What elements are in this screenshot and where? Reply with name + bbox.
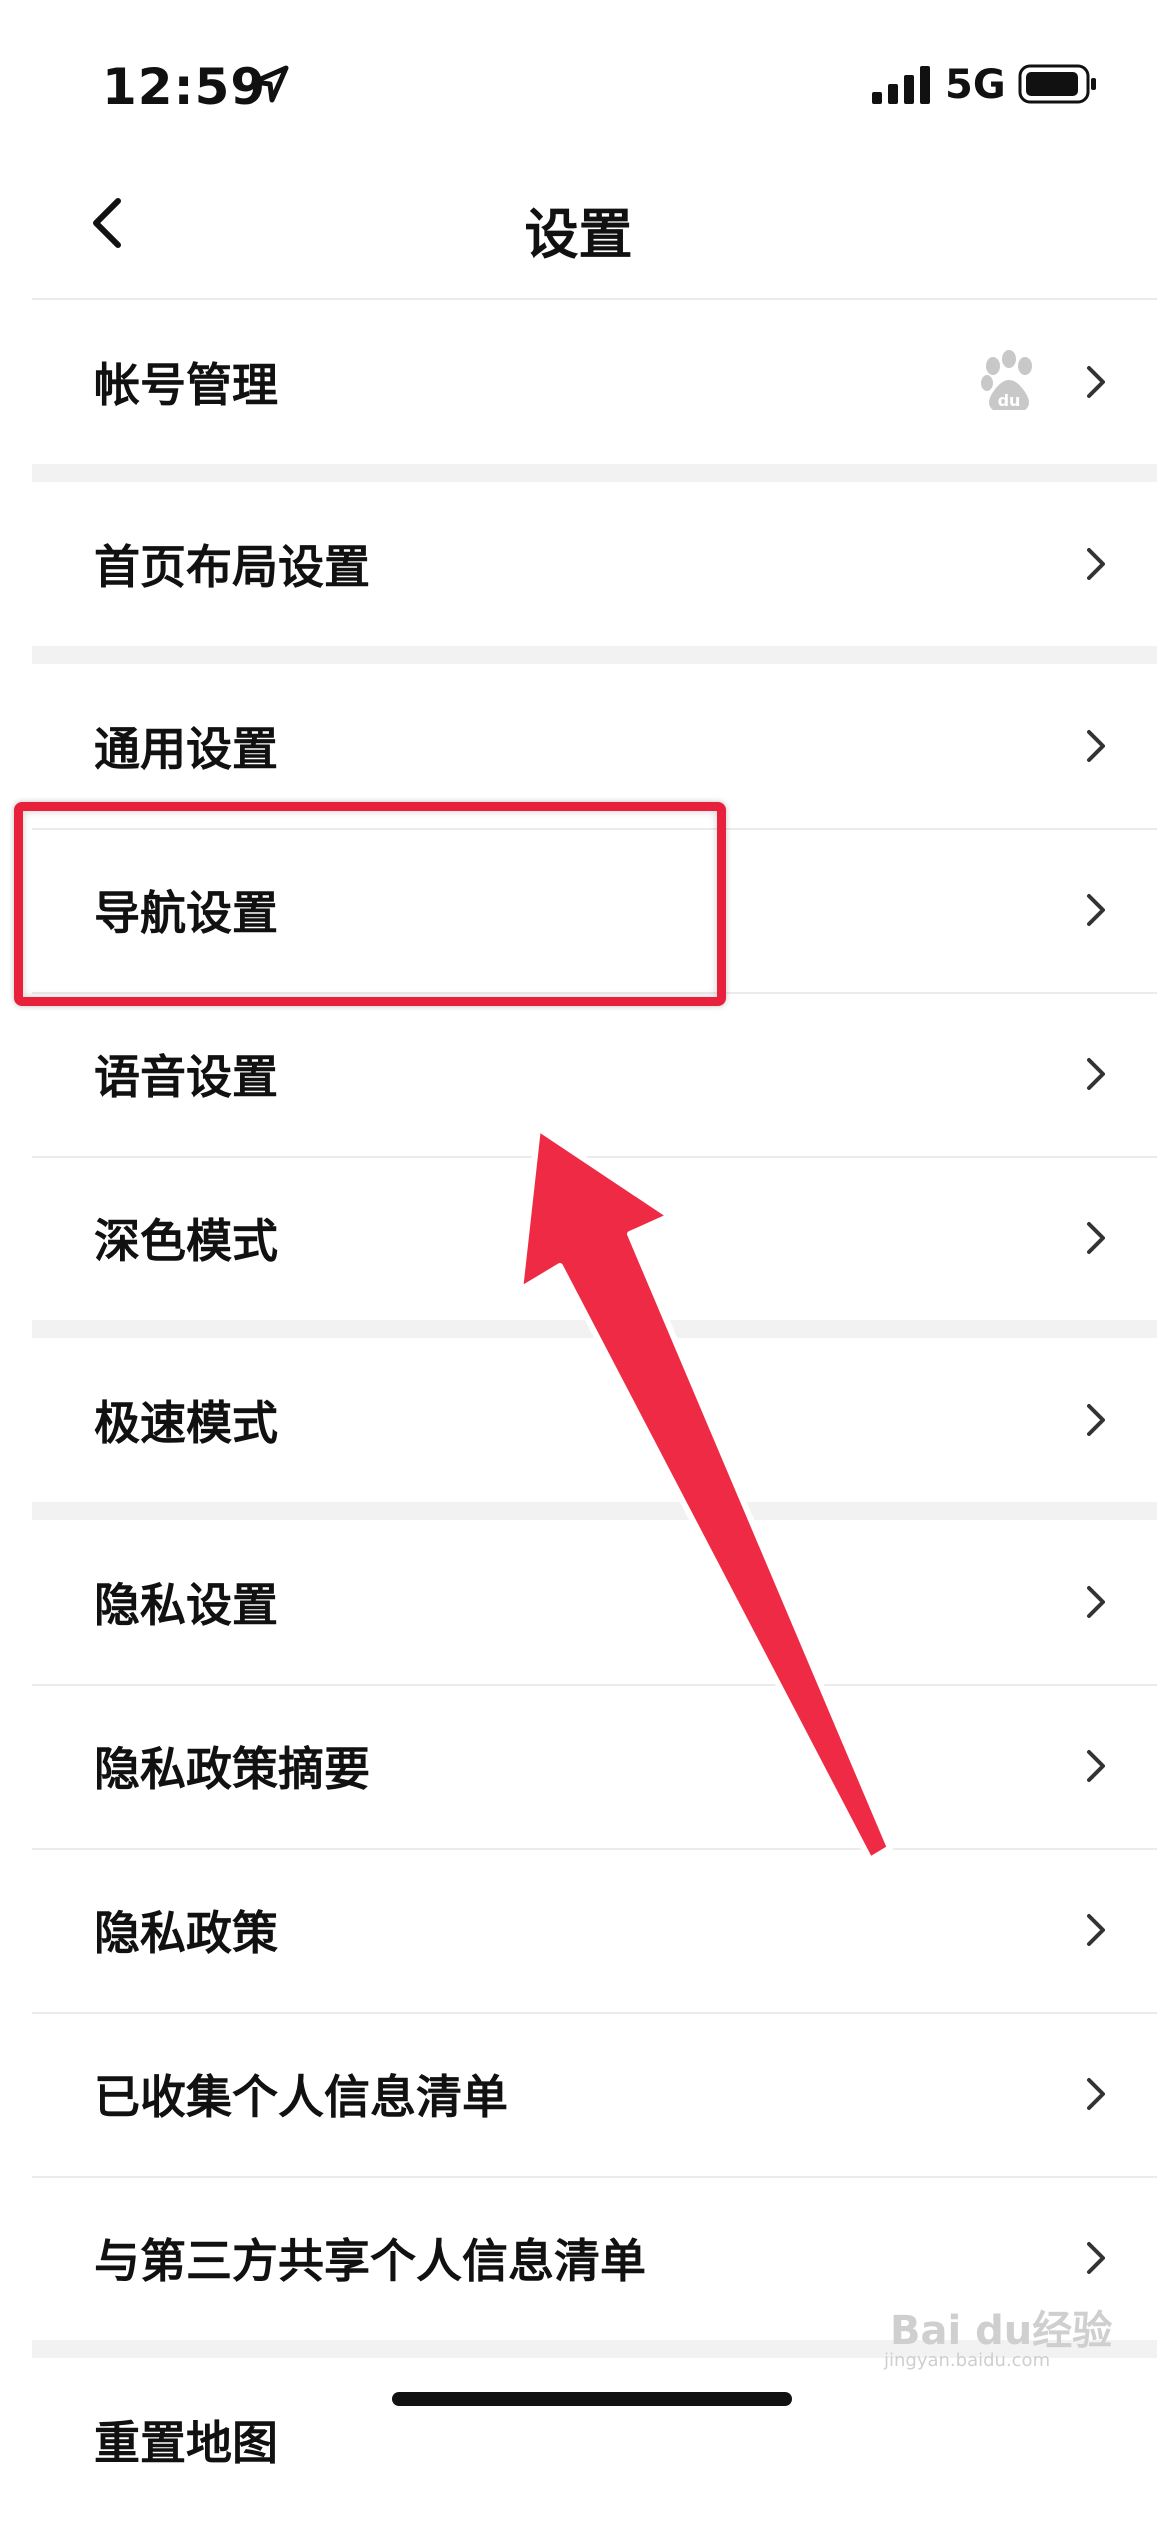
chevron-right-icon xyxy=(1087,894,1105,926)
network-type: 5G xyxy=(945,62,1006,108)
setting-row-dark-mode[interactable]: 深色模式 xyxy=(32,1156,1157,1320)
chevron-right-icon xyxy=(1087,730,1105,762)
setting-label: 隐私政策摘要 xyxy=(94,1742,370,1796)
setting-label: 首页布局设置 xyxy=(94,540,370,594)
setting-label: 重置地图 xyxy=(94,2416,278,2470)
setting-row-general[interactable]: 通用设置 xyxy=(32,664,1157,828)
settings-group-home: 首页布局设置 xyxy=(32,482,1157,646)
chevron-right-icon xyxy=(1087,548,1105,580)
settings-group-map: 重置地图 xyxy=(32,2358,1157,2522)
setting-row-home-layout[interactable]: 首页布局设置 xyxy=(32,482,1157,646)
chevron-right-icon xyxy=(1087,366,1105,398)
settings-list: 帐号管理 du 首页布局设置 通用设置 导航设置 语音设置 深色模式 极速模式 … xyxy=(32,298,1157,2522)
setting-label: 导航设置 xyxy=(94,886,278,940)
setting-label: 通用设置 xyxy=(94,722,278,776)
setting-label: 帐号管理 xyxy=(94,358,278,412)
svg-text:du: du xyxy=(998,391,1021,410)
setting-row-collected-info[interactable]: 已收集个人信息清单 xyxy=(32,2012,1157,2176)
chevron-right-icon xyxy=(1087,1222,1105,1254)
watermark-url: jingyan.baidu.com xyxy=(884,2350,1051,2371)
setting-row-reset-map[interactable]: 重置地图 xyxy=(32,2358,1157,2522)
settings-group-general: 通用设置 导航设置 语音设置 深色模式 xyxy=(32,664,1157,1320)
chevron-right-icon xyxy=(1087,1586,1105,1618)
nav-bar: 设置 xyxy=(0,150,1157,298)
chevron-right-icon xyxy=(1087,2078,1105,2110)
battery-icon xyxy=(1018,64,1096,104)
baidu-paw-icon: du xyxy=(981,350,1032,410)
chevron-right-icon xyxy=(1087,1404,1105,1436)
setting-row-privacy[interactable]: 隐私设置 xyxy=(32,1520,1157,1684)
settings-group-account: 帐号管理 du xyxy=(32,300,1157,464)
setting-row-speed-mode[interactable]: 极速模式 xyxy=(32,1338,1157,1502)
setting-row-navigation[interactable]: 导航设置 xyxy=(32,828,1157,992)
setting-label: 极速模式 xyxy=(94,1396,278,1450)
chevron-right-icon xyxy=(1087,1058,1105,1090)
setting-row-voice[interactable]: 语音设置 xyxy=(32,992,1157,1156)
settings-group-speed: 极速模式 xyxy=(32,1338,1157,1502)
chevron-right-icon xyxy=(1087,1914,1105,1946)
status-bar: 12:59 5G xyxy=(0,0,1157,150)
setting-row-privacy-summary[interactable]: 隐私政策摘要 xyxy=(32,1684,1157,1848)
status-time: 12:59 xyxy=(102,58,267,116)
cellular-signal-icon xyxy=(872,66,930,104)
setting-row-privacy-policy[interactable]: 隐私政策 xyxy=(32,1848,1157,2012)
chevron-right-icon xyxy=(1087,2242,1105,2274)
settings-group-privacy: 隐私设置 隐私政策摘要 隐私政策 已收集个人信息清单 与第三方共享个人信息清单 xyxy=(32,1520,1157,2340)
setting-label: 已收集个人信息清单 xyxy=(94,2070,508,2124)
setting-row-account[interactable]: 帐号管理 du xyxy=(32,300,1157,464)
setting-label: 深色模式 xyxy=(94,1214,278,1268)
home-indicator[interactable] xyxy=(392,2392,792,2406)
chevron-right-icon xyxy=(1087,1750,1105,1782)
setting-label: 隐私设置 xyxy=(94,1578,278,1632)
baidu-jingyan-watermark: Bai du经验 xyxy=(890,2308,1113,2354)
setting-label: 与第三方共享个人信息清单 xyxy=(94,2234,646,2288)
setting-label: 隐私政策 xyxy=(94,1906,278,1960)
setting-label: 语音设置 xyxy=(94,1050,278,1104)
location-arrow-icon xyxy=(251,65,289,103)
page-title: 设置 xyxy=(524,203,633,266)
